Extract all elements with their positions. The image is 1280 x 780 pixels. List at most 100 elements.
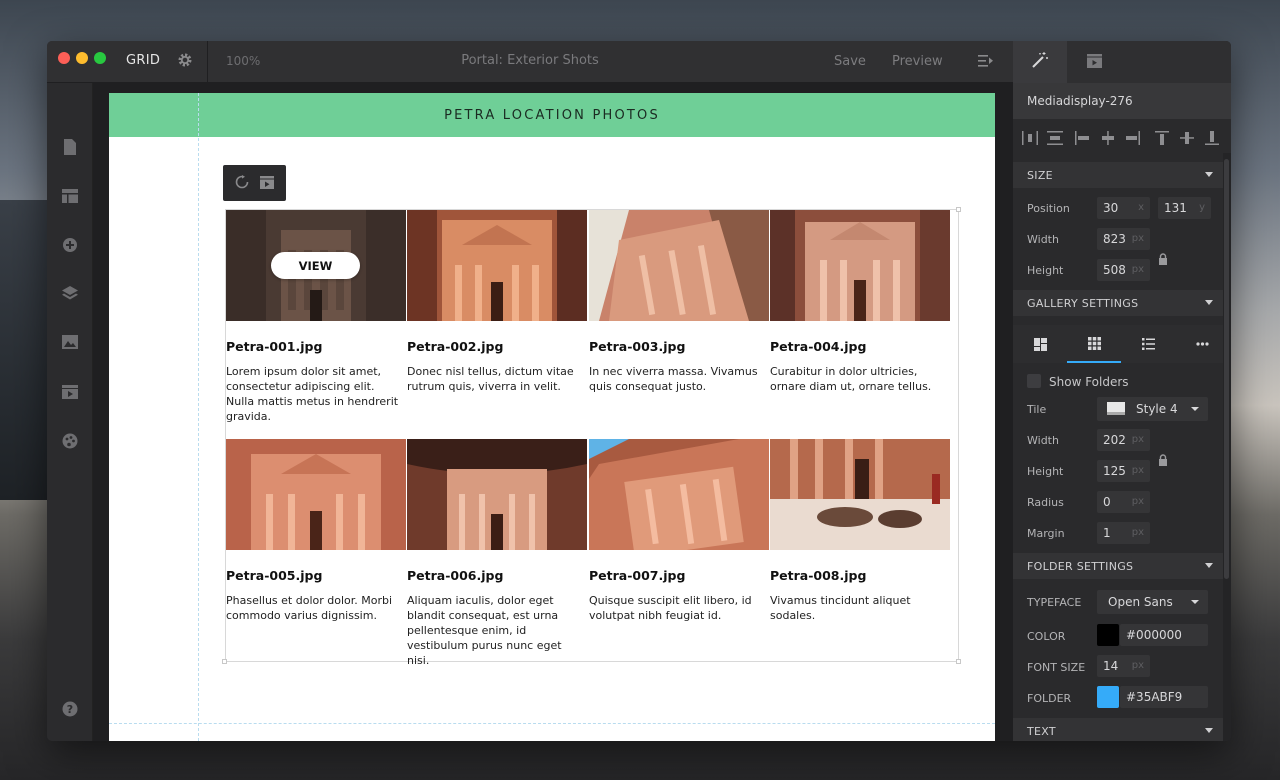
distribute-horizontal-icon[interactable] <box>1021 129 1039 147</box>
help-icon[interactable]: ? <box>60 699 80 719</box>
gallery-tile[interactable]: Petra-006.jpg Aliquam iaculis, dolor ege… <box>407 439 587 668</box>
zoom-level[interactable]: 100% <box>226 54 260 68</box>
add-element-icon[interactable] <box>60 235 80 255</box>
folder-settings-header[interactable]: FOLDER SETTINGS <box>1013 553 1223 579</box>
image-icon[interactable] <box>60 332 80 352</box>
radius-field[interactable]: 0 px <box>1097 491 1150 513</box>
typeface-dropdown[interactable]: Open Sans <box>1097 590 1208 614</box>
gallery-tile[interactable]: Petra-008.jpg Vivamus tincidunt aliquet … <box>770 439 950 623</box>
refresh-icon[interactable] <box>235 174 249 193</box>
margin-label: Margin <box>1027 527 1065 540</box>
align-center-horizontal-icon[interactable] <box>1099 129 1117 147</box>
media-library-icon[interactable] <box>260 174 275 193</box>
tab-more-options[interactable] <box>1175 325 1229 363</box>
font-size-value: 14 <box>1103 659 1119 673</box>
color-hex-field[interactable]: #000000 <box>1120 624 1208 646</box>
grid-icon <box>1087 336 1101 350</box>
tab-media[interactable] <box>1067 41 1121 83</box>
layers-icon[interactable] <box>60 283 80 303</box>
text-section-title: TEXT <box>1027 725 1056 738</box>
margin-value: 1 <box>1103 526 1111 540</box>
maximize-window-button[interactable] <box>94 52 106 64</box>
photo-thumbnail[interactable] <box>407 439 587 550</box>
folder-color-swatch[interactable] <box>1097 686 1119 708</box>
photo-description: Vivamus tincidunt aliquet sodales. <box>770 594 911 622</box>
tab-grid-layout[interactable] <box>1067 325 1121 363</box>
align-left-icon[interactable] <box>1073 129 1091 147</box>
photo-thumbnail[interactable] <box>226 439 406 550</box>
gallery-layout-tabs <box>1013 325 1223 363</box>
gallery-settings-header[interactable]: GALLERY SETTINGS <box>1013 290 1223 316</box>
panel-scrollbar-thumb[interactable] <box>1224 159 1229 579</box>
photo-thumbnail[interactable] <box>589 439 769 550</box>
photo-title: Petra-005.jpg <box>226 568 323 583</box>
close-window-button[interactable] <box>58 52 70 64</box>
minimize-window-button[interactable] <box>76 52 88 64</box>
resize-handle-top-right[interactable] <box>956 207 961 212</box>
gallery-tile[interactable]: Petra-007.jpg Quisque suscipit elit libe… <box>589 439 769 623</box>
size-section-header[interactable]: SIZE <box>1013 162 1223 188</box>
gallery-tile[interactable]: Petra-003.jpg In nec viverra massa. Viva… <box>589 210 769 394</box>
photo-description: Phasellus et dolor dolor. Morbi commodo … <box>226 594 393 622</box>
settings-gear-icon[interactable] <box>177 52 193 72</box>
align-right-icon[interactable] <box>1124 129 1142 147</box>
magic-wand-icon <box>1032 52 1048 72</box>
preview-button[interactable]: Preview <box>892 54 943 69</box>
photo-title: Petra-007.jpg <box>589 568 686 583</box>
collapse-panel-icon[interactable] <box>978 53 994 72</box>
media-icon[interactable] <box>60 382 80 402</box>
tab-design[interactable] <box>1013 41 1067 83</box>
element-name[interactable]: Mediadisplay-276 <box>1013 83 1231 119</box>
lock-tile-aspect-icon[interactable] <box>1158 451 1168 466</box>
align-center-vertical-icon[interactable] <box>1178 129 1196 147</box>
folder-hex-value: #35ABF9 <box>1126 690 1183 704</box>
margin-field[interactable]: 1 px <box>1097 522 1150 544</box>
color-label: COLOR <box>1027 630 1066 643</box>
width-field[interactable]: 823 px <box>1097 228 1150 250</box>
show-folders-checkbox[interactable] <box>1027 374 1041 388</box>
align-top-icon[interactable] <box>1153 129 1171 147</box>
font-size-unit: px <box>1131 660 1144 671</box>
radius-unit: px <box>1131 496 1144 507</box>
tile-width-label: Width <box>1027 434 1059 447</box>
folder-hex-field[interactable]: #35ABF9 <box>1120 686 1208 708</box>
gallery-tile[interactable]: VIEW Petra-001.jpg Lorem ipsum dolor sit… <box>226 210 406 424</box>
photo-title: Petra-006.jpg <box>407 568 504 583</box>
layout-icon[interactable] <box>60 186 80 206</box>
tab-mosaic-layout[interactable] <box>1013 325 1067 363</box>
tile-height-value: 125 <box>1103 464 1126 478</box>
pages-icon[interactable] <box>60 137 80 157</box>
typeface-label: TYPEFACE <box>1027 596 1082 609</box>
tile-height-field[interactable]: 125 px <box>1097 460 1150 482</box>
height-field[interactable]: 508 px <box>1097 259 1150 281</box>
distribute-vertical-icon[interactable] <box>1046 129 1064 147</box>
resize-handle-bottom-left[interactable] <box>222 659 227 664</box>
margin-unit: px <box>1131 527 1144 538</box>
save-button[interactable]: Save <box>834 54 866 69</box>
tile-width-field[interactable]: 202 px <box>1097 429 1150 451</box>
photo-thumbnail[interactable]: VIEW <box>226 210 406 321</box>
lock-aspect-icon[interactable] <box>1158 250 1168 265</box>
gallery-tile[interactable]: Petra-004.jpg Curabitur in dolor ultrici… <box>770 210 950 394</box>
tab-list-layout[interactable] <box>1121 325 1175 363</box>
font-size-field[interactable]: 14 px <box>1097 655 1150 677</box>
gallery-tile[interactable]: Petra-005.jpg Phasellus et dolor dolor. … <box>226 439 406 623</box>
photo-thumbnail[interactable] <box>770 210 950 321</box>
view-button[interactable]: VIEW <box>271 252 360 279</box>
color-hex-value: #000000 <box>1126 628 1182 642</box>
tile-style-dropdown[interactable]: Style 4 <box>1097 397 1208 421</box>
palette-icon[interactable] <box>60 431 80 451</box>
chevron-down-icon <box>1205 300 1213 305</box>
text-section-header[interactable]: TEXT <box>1013 718 1223 741</box>
position-y-field[interactable]: 131 y <box>1158 197 1211 219</box>
page-banner[interactable]: PETRA LOCATION PHOTOS <box>109 93 995 137</box>
typeface-value: Open Sans <box>1108 595 1173 609</box>
photo-thumbnail[interactable] <box>770 439 950 550</box>
color-swatch[interactable] <box>1097 624 1119 646</box>
photo-thumbnail[interactable] <box>589 210 769 321</box>
position-x-field[interactable]: 30 x <box>1097 197 1150 219</box>
resize-handle-bottom-right[interactable] <box>956 659 961 664</box>
photo-thumbnail[interactable] <box>407 210 587 321</box>
align-bottom-icon[interactable] <box>1203 129 1221 147</box>
gallery-tile[interactable]: Petra-002.jpg Donec nisl tellus, dictum … <box>407 210 587 394</box>
